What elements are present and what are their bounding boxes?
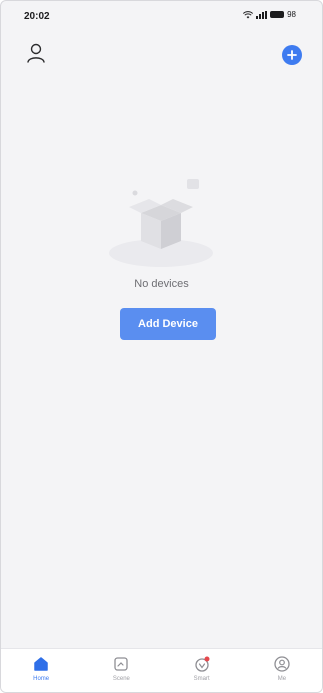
app-screen: 20:02 98 No devices Add Device Home Scen… [0, 0, 323, 693]
nav-label-me: Me [277, 676, 287, 682]
empty-state-message: No devices [134, 278, 189, 290]
signal-icon [256, 10, 268, 19]
empty-box-icon [109, 179, 213, 267]
nav-item-scene[interactable]: Scene [91, 655, 151, 682]
battery-icon [270, 11, 285, 18]
nav-label-home: Home [33, 676, 50, 682]
smart-icon [194, 656, 210, 672]
bottom-nav: Home Scene Smart Me [1, 648, 322, 692]
user-icon [27, 43, 45, 63]
battery-level: 98 [287, 10, 296, 19]
wifi-icon [243, 10, 254, 18]
status-indicators: 98 [243, 10, 296, 19]
nav-label-smart: Smart [193, 676, 210, 682]
nav-item-home[interactable]: Home [11, 655, 71, 682]
plus-icon [287, 50, 297, 60]
scene-icon [114, 657, 129, 671]
home-icon [34, 657, 48, 671]
nav-item-smart[interactable]: Smart [172, 655, 232, 682]
status-time: 20:02 [24, 11, 50, 22]
nav-label-scene: Scene [112, 676, 130, 682]
add-device-button[interactable]: Add Device [120, 308, 216, 340]
user-profile-button[interactable] [25, 42, 47, 64]
me-icon [274, 656, 290, 672]
status-bar: 20:02 98 [1, 1, 322, 31]
nav-item-me[interactable]: Me [252, 655, 312, 682]
add-button[interactable] [282, 45, 302, 65]
